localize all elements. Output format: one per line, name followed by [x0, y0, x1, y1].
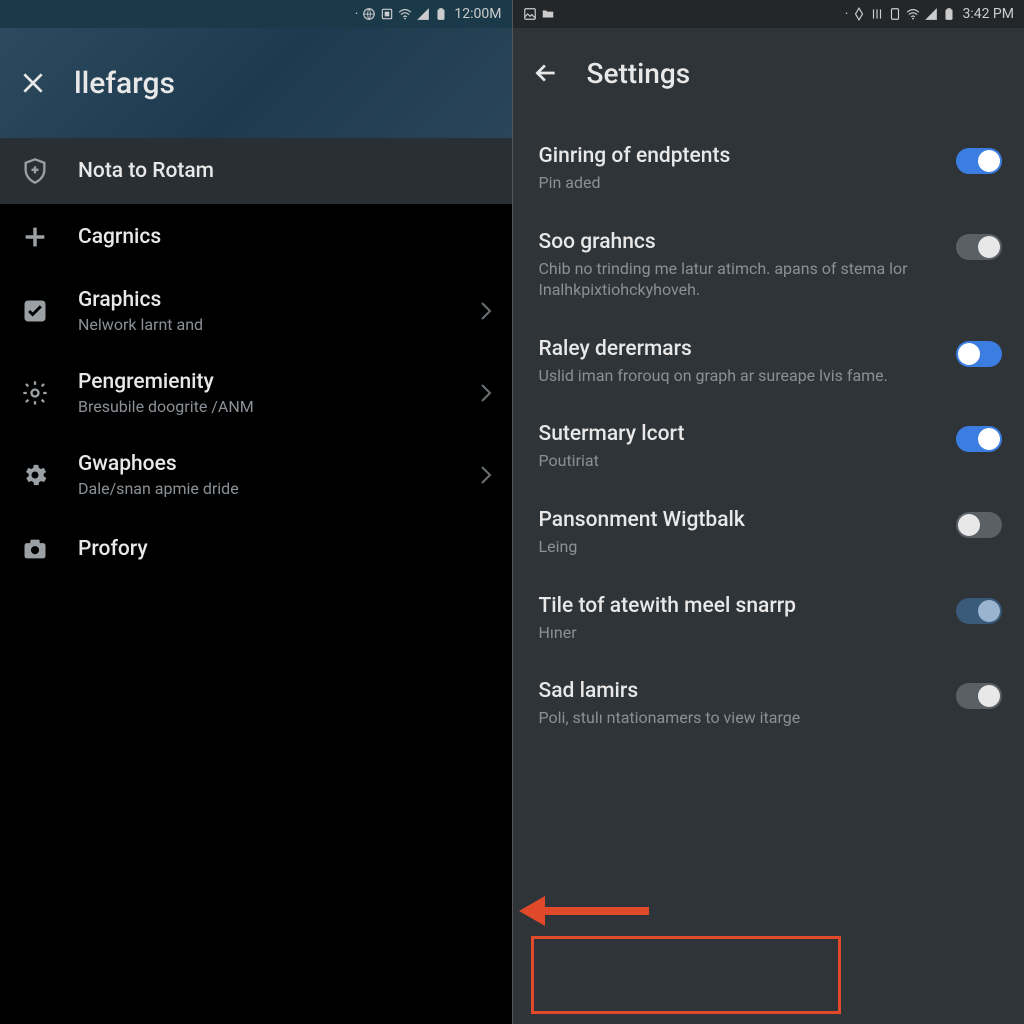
back-button[interactable]	[533, 60, 559, 86]
battery-icon	[942, 7, 956, 21]
status-time: 12:00M	[454, 6, 501, 22]
toggle-switch[interactable]	[956, 234, 1002, 260]
setting-tile-tof[interactable]: Tile tof atewith meel snarrp Hıner	[513, 576, 1024, 662]
setting-pansonment[interactable]: Pansonment Wigtbalk Leing	[513, 490, 1024, 576]
setting-sub: Leing	[539, 536, 933, 558]
menu-item-graphics[interactable]: Graphics Nelwork larnt and	[0, 270, 512, 352]
setting-title: Pansonment Wigtbalk	[539, 508, 933, 532]
battery-icon	[434, 7, 448, 21]
chevron-right-icon	[480, 465, 492, 485]
folder-icon	[541, 7, 555, 21]
menu-item-gwaphoes[interactable]: Gwaphoes Dale/snan apmie dride	[0, 434, 512, 516]
menu-item-label: Pengremienity	[78, 370, 452, 394]
toggle-switch[interactable]	[956, 598, 1002, 624]
setting-sub: Poutiriat	[539, 450, 933, 472]
wifi-icon	[398, 7, 412, 21]
settings-list: Ginring of endptents Pin aded Soo grahnc…	[513, 118, 1024, 755]
menu-item-label: Nota to Rotam	[78, 159, 492, 183]
wifi-icon	[906, 7, 920, 21]
status-icons-left	[523, 7, 555, 21]
menu-item-pengremienity[interactable]: Pengremienity Bresubile doogrite /ANM	[0, 352, 512, 434]
dot-icon: ·	[845, 6, 849, 22]
menu-item-sub: Nelwork larnt and	[78, 315, 452, 334]
arrow-left-icon	[533, 60, 559, 86]
menu-item-label: Profory	[78, 537, 492, 561]
menu-item-sub: Dale/snan apmie dride	[78, 479, 452, 498]
image-icon	[523, 7, 537, 21]
left-status-bar: · 12:00M	[0, 0, 512, 28]
setting-sutermary[interactable]: Sutermary lcort Poutiriat	[513, 404, 1024, 490]
menu-item-profory[interactable]: Profory	[0, 516, 512, 582]
menu-item-label: Graphics	[78, 288, 452, 312]
plus-icon	[20, 222, 50, 252]
menu-item-label: Gwaphoes	[78, 452, 452, 476]
menu-item-label: Cagrnics	[78, 225, 492, 249]
close-icon	[20, 70, 46, 96]
chevron-right-icon	[480, 301, 492, 321]
status-time: 3:42 PM	[962, 6, 1014, 22]
menu-item-cagrnics[interactable]: Cagrnics	[0, 204, 512, 270]
menu-item-notarotam[interactable]: Nota to Rotam	[0, 138, 512, 204]
check-box-icon	[20, 296, 50, 326]
setting-soo-grahncs[interactable]: Soo grahncs Chib no trinding me latur at…	[513, 212, 1024, 319]
setting-sad-lamirs[interactable]: Sad lamirs Poli, stulı ntationamers to v…	[513, 661, 1024, 747]
setting-title: Sutermary lcort	[539, 422, 933, 446]
setting-sub: Pin aded	[539, 172, 933, 194]
globe-icon	[362, 7, 376, 21]
annotation-arrow-icon	[519, 896, 649, 926]
shield-plus-icon	[20, 156, 50, 186]
device-icon	[888, 7, 902, 21]
setting-ginring[interactable]: Ginring of endptents Pin aded	[513, 126, 1024, 212]
left-pane: · 12:00M llefargs Nota to Rotam	[0, 0, 512, 1024]
right-status-bar: · 3:42 PM	[513, 0, 1024, 28]
toggle-switch[interactable]	[956, 341, 1002, 367]
setting-sub: Chib no trinding me latur atimch. apans …	[539, 258, 933, 301]
signal-icon	[416, 7, 430, 21]
dot-icon: ·	[355, 6, 359, 22]
left-header-title: llefargs	[74, 66, 175, 101]
left-menu-list: Nota to Rotam Cagrnics Graphics Nelwork …	[0, 138, 512, 582]
left-header: llefargs	[0, 28, 512, 138]
gear-icon	[20, 460, 50, 490]
setting-title: Sad lamirs	[539, 679, 933, 703]
setting-sub: Hıner	[539, 622, 933, 644]
signal-icon	[924, 7, 938, 21]
battery-box-icon	[380, 7, 394, 21]
setting-title: Tile tof atewith meel snarrp	[539, 594, 933, 618]
toggle-switch[interactable]	[956, 426, 1002, 452]
status-icons-right: ·	[845, 6, 957, 22]
menu-item-sub: Bresubile doogrite /ANM	[78, 397, 452, 416]
status-icons: ·	[355, 6, 449, 22]
bars-icon	[870, 7, 884, 21]
annotation-highlight-box	[531, 936, 841, 1014]
toggle-switch[interactable]	[956, 512, 1002, 538]
right-header: Settings	[513, 28, 1024, 118]
right-header-title: Settings	[587, 57, 691, 90]
close-button[interactable]	[20, 70, 46, 96]
setting-title: Soo grahncs	[539, 230, 933, 254]
chevron-right-icon	[480, 383, 492, 403]
gear-outline-icon	[20, 378, 50, 408]
right-pane: · 3:42 PM Settings Ginring of endptents …	[512, 0, 1024, 1024]
setting-sub: Poli, stulı ntationamers to view itarge	[539, 707, 933, 729]
toggle-switch[interactable]	[956, 148, 1002, 174]
setting-title: Raley derermars	[539, 337, 933, 361]
setting-title: Ginring of endptents	[539, 144, 933, 168]
setting-raley[interactable]: Raley derermars Uslid iman frorouq on gr…	[513, 319, 1024, 405]
toggle-switch[interactable]	[956, 683, 1002, 709]
diamond-icon	[852, 7, 866, 21]
camera-icon	[20, 534, 50, 564]
setting-sub: Uslid iman frorouq on graph ar sureape l…	[539, 365, 933, 387]
